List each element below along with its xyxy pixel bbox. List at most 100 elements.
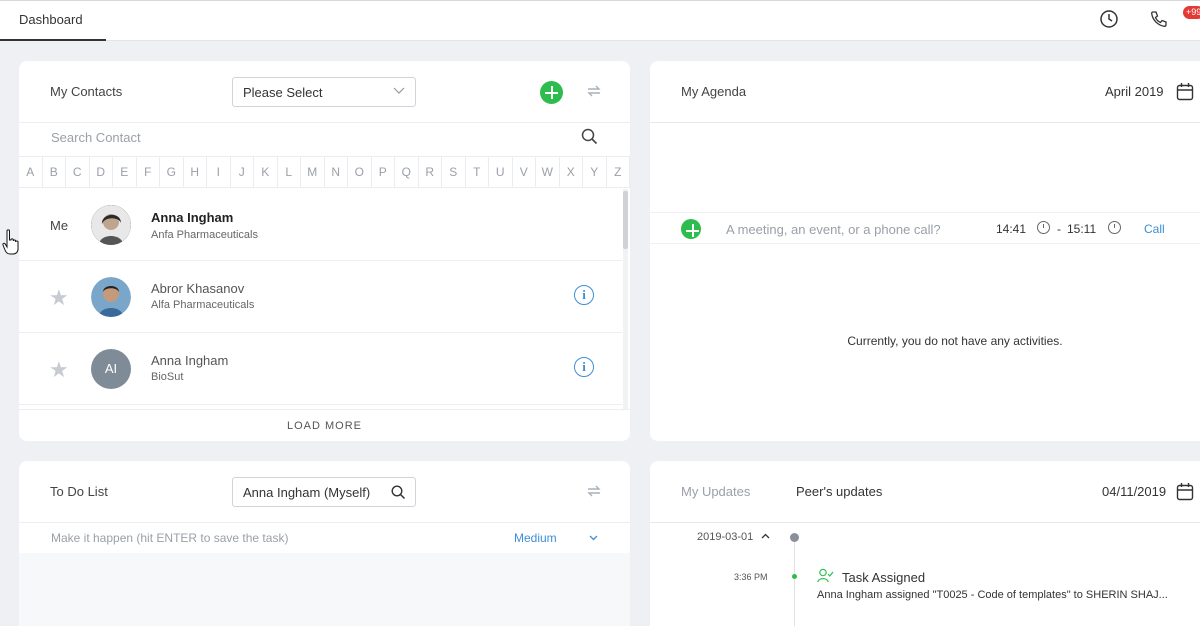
timeline-entry-dot	[792, 574, 797, 579]
agenda-card: My Agenda April 2019 A meeting, an event…	[650, 61, 1200, 441]
calendar-icon[interactable]	[1176, 82, 1194, 101]
updates-card: My Updates Peer's updates 04/11/2019 201…	[650, 461, 1200, 626]
alphabet-letter[interactable]: X	[560, 157, 583, 187]
list-item[interactable]: ★ AI Anna Ingham BioSut i	[19, 333, 622, 405]
load-more-button[interactable]: LOAD MORE	[19, 409, 630, 441]
scrollbar-thumb[interactable]	[623, 191, 628, 249]
alphabet-letter[interactable]: T	[466, 157, 489, 187]
timeline-entry-time: 3:36 PM	[734, 572, 768, 582]
empty-activities-message: Currently, you do not have any activitie…	[847, 334, 1063, 348]
divider	[650, 522, 1200, 523]
activity-input[interactable]: A meeting, an event, or a phone call?	[726, 222, 941, 237]
me-label: Me	[50, 218, 69, 233]
tab-my-updates[interactable]: My Updates	[681, 484, 750, 499]
list-item[interactable]: ★ Abror Khasanov Alfa Pharmaceuticals i	[19, 261, 622, 333]
alphabet-letter[interactable]: S	[442, 157, 466, 187]
avatar	[91, 205, 131, 245]
user-assign-icon	[817, 568, 834, 583]
avatar: AI	[91, 349, 131, 389]
alphabet-letter[interactable]: W	[536, 157, 560, 187]
alphabet-letter[interactable]: V	[513, 157, 536, 187]
contacts-filter-value: Please Select	[243, 85, 323, 100]
alphabet-letter[interactable]: Y	[583, 157, 607, 187]
info-icon[interactable]: i	[574, 285, 594, 305]
todo-list-area	[19, 553, 630, 626]
alphabet-letter[interactable]: Q	[395, 157, 419, 187]
clock-icon[interactable]	[1099, 9, 1119, 29]
alphabet-filter: ABCDEFGHIJKLMNOPQRSTUVWXYZ	[19, 156, 630, 188]
todo-title: To Do List	[50, 484, 108, 499]
refresh-icon[interactable]	[585, 482, 603, 500]
refresh-icon[interactable]	[585, 82, 603, 100]
contact-name: Anna Ingham	[151, 210, 234, 225]
contacts-filter-select[interactable]: Please Select	[232, 77, 416, 107]
alphabet-letter[interactable]: G	[160, 157, 184, 187]
alphabet-letter[interactable]: P	[372, 157, 395, 187]
agenda-title: My Agenda	[681, 84, 747, 99]
alphabet-letter[interactable]: K	[254, 157, 278, 187]
alphabet-letter[interactable]: B	[43, 157, 66, 187]
start-time[interactable]: 14:41	[996, 222, 1026, 236]
end-time[interactable]: 15:11	[1067, 222, 1096, 236]
priority-select[interactable]: Medium	[514, 531, 557, 545]
add-contact-button[interactable]	[540, 81, 563, 104]
star-icon[interactable]: ★	[49, 359, 69, 381]
alphabet-letter[interactable]: N	[325, 157, 348, 187]
updates-date[interactable]: 04/11/2019	[1102, 484, 1166, 499]
timeline-group-date: 2019-03-01	[697, 531, 754, 543]
divider	[650, 122, 1200, 123]
contact-company: Anfa Pharmaceuticals	[151, 229, 258, 241]
notification-badge: +99	[1183, 6, 1200, 19]
list-item[interactable]: Me Anna Ingham Anfa Pharmaceuticals	[19, 189, 622, 261]
alphabet-letter[interactable]: E	[113, 157, 137, 187]
alphabet-letter[interactable]: L	[278, 157, 301, 187]
alphabet-letter[interactable]: D	[90, 157, 113, 187]
contact-name: Abror Khasanov	[151, 281, 245, 296]
search-icon[interactable]	[581, 128, 598, 145]
phone-icon[interactable]	[1149, 9, 1169, 29]
alphabet-letter[interactable]: I	[207, 157, 231, 187]
alphabet-letter[interactable]: O	[348, 157, 372, 187]
alphabet-letter[interactable]: J	[231, 157, 254, 187]
chevron-down-icon	[393, 87, 405, 94]
alphabet-letter[interactable]: A	[19, 157, 43, 187]
hand-cursor-icon	[2, 229, 19, 255]
alphabet-letter[interactable]: Z	[607, 157, 630, 187]
contact-company: BioSut	[151, 371, 184, 383]
alphabet-letter[interactable]: C	[66, 157, 90, 187]
tab-dashboard[interactable]: Dashboard	[0, 1, 106, 41]
search-contact-input[interactable]: Search Contact	[51, 130, 141, 145]
star-icon[interactable]: ★	[49, 287, 69, 309]
top-bar: Dashboard +99	[0, 0, 1200, 41]
divider	[19, 122, 630, 123]
agenda-month[interactable]: April 2019	[1105, 84, 1164, 99]
contact-company: Alfa Pharmaceuticals	[151, 299, 255, 311]
timeline-entry-title: Task Assigned	[842, 570, 926, 585]
search-icon[interactable]	[391, 485, 406, 500]
time-separator: -	[1057, 222, 1061, 236]
alphabet-letter[interactable]: H	[184, 157, 207, 187]
activity-type-link[interactable]: Call	[1144, 222, 1165, 236]
clock-icon[interactable]	[1108, 221, 1121, 234]
divider	[19, 522, 630, 523]
new-task-input[interactable]: Make it happen (hit ENTER to save the ta…	[51, 531, 288, 545]
chevron-up-icon[interactable]	[761, 533, 770, 539]
add-activity-button[interactable]	[681, 219, 701, 239]
alphabet-letter[interactable]: R	[419, 157, 442, 187]
alphabet-letter[interactable]: M	[301, 157, 325, 187]
timeline-group-dot	[790, 533, 799, 542]
contact-name: Anna Ingham	[151, 353, 229, 368]
clock-icon[interactable]	[1037, 221, 1050, 234]
chevron-down-icon[interactable]	[589, 535, 598, 541]
alphabet-letter[interactable]: F	[137, 157, 160, 187]
avatar	[91, 277, 131, 317]
tab-peer-updates[interactable]: Peer's updates	[796, 484, 882, 499]
info-icon[interactable]: i	[574, 357, 594, 377]
contacts-title: My Contacts	[50, 84, 123, 99]
alphabet-letter[interactable]: U	[489, 157, 513, 187]
assignee-value: Anna Ingham (Myself)	[243, 485, 371, 500]
todo-card: To Do List Anna Ingham (Myself) Make it …	[19, 461, 630, 626]
agenda-new-activity: A meeting, an event, or a phone call? 14…	[650, 212, 1200, 244]
calendar-icon[interactable]	[1176, 482, 1194, 501]
assignee-select[interactable]: Anna Ingham (Myself)	[232, 477, 416, 507]
